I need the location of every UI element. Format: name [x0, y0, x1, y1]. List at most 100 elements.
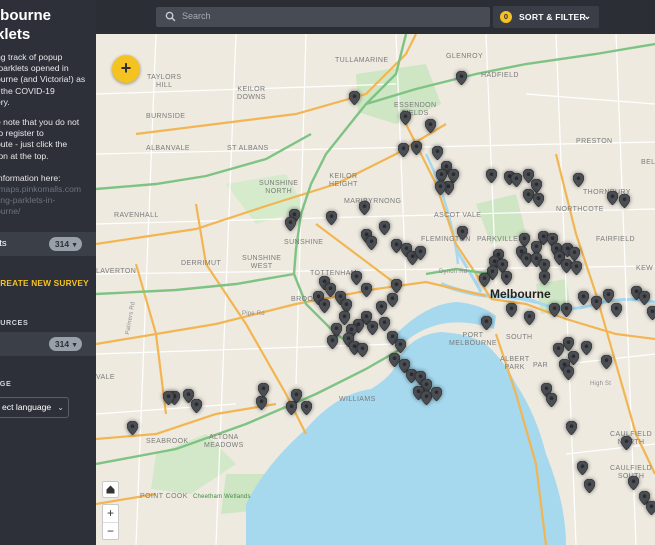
parklet-marker-icon[interactable]: [611, 303, 622, 317]
parklet-marker-icon[interactable]: [327, 335, 338, 349]
sort-filter-button[interactable]: 0 SORT & FILTER ⌄: [493, 6, 599, 28]
map-base: [96, 34, 655, 545]
parklet-marker-icon[interactable]: [479, 273, 490, 287]
parklet-marker-icon[interactable]: [607, 191, 618, 205]
parklet-marker-icon[interactable]: [573, 173, 584, 187]
parklet-marker-icon[interactable]: [127, 421, 138, 435]
parklet-marker-icon[interactable]: [258, 383, 269, 397]
parklet-marker-icon[interactable]: [621, 436, 632, 450]
parklet-marker-icon[interactable]: [481, 316, 492, 330]
language-select-value: ect language: [2, 402, 52, 412]
map-label: KEW: [636, 265, 654, 272]
chevron-down-icon: ⌄: [57, 403, 64, 412]
parklet-marker-icon[interactable]: [539, 271, 550, 285]
parklet-marker-icon[interactable]: [301, 401, 312, 415]
language-select[interactable]: ect language ⌄: [0, 397, 69, 418]
home-icon: [106, 485, 115, 494]
parklet-marker-icon[interactable]: [349, 91, 360, 105]
create-survey-link[interactable]: CREATE NEW SURVEY: [0, 278, 89, 288]
layer-count-badge[interactable]: 314 ▼: [48, 237, 82, 251]
sources-count-badge[interactable]: 314 ▼: [48, 337, 82, 351]
parklet-marker-icon[interactable]: [361, 283, 372, 297]
parklet-marker-icon[interactable]: [379, 221, 390, 235]
parklet-marker-icon[interactable]: [511, 173, 522, 187]
parklet-marker-icon[interactable]: [415, 246, 426, 260]
parklet-marker-icon[interactable]: [546, 393, 557, 407]
map-label: POINT COOK: [140, 493, 188, 500]
parklet-marker-icon[interactable]: [391, 279, 402, 293]
parklet-marker-icon[interactable]: [256, 396, 267, 410]
parklet-marker-icon[interactable]: [319, 299, 330, 313]
parklet-marker-icon[interactable]: [506, 303, 517, 317]
parklet-marker-icon[interactable]: [619, 194, 630, 208]
parklet-marker-icon[interactable]: [577, 461, 588, 475]
map-label: BELL: [641, 159, 655, 166]
parklet-marker-icon[interactable]: [501, 271, 512, 285]
parklet-marker-icon[interactable]: [584, 479, 595, 493]
parklet-marker-icon[interactable]: [628, 476, 639, 490]
parklet-marker-icon[interactable]: [563, 366, 574, 380]
parklet-marker-icon[interactable]: [366, 236, 377, 250]
parklet-marker-icon[interactable]: [533, 193, 544, 207]
map-label: TULLAMARINE: [335, 57, 389, 64]
parklet-marker-icon[interactable]: [549, 303, 560, 317]
parklet-marker-icon[interactable]: [563, 337, 574, 351]
layer-row[interactable]: ets 314▼: [0, 232, 96, 256]
parklet-marker-icon[interactable]: [163, 391, 174, 405]
parklet-marker-icon[interactable]: [578, 291, 589, 305]
parklet-marker-icon[interactable]: [524, 311, 535, 325]
chevron-down-icon: ⌄: [583, 11, 591, 21]
parklet-marker-icon[interactable]: [431, 387, 442, 401]
sources-row[interactable]: 314 ▼: [0, 332, 96, 356]
parklet-marker-icon[interactable]: [395, 339, 406, 353]
parklet-marker-icon[interactable]: [398, 143, 409, 157]
parklet-marker-icon[interactable]: [357, 343, 368, 357]
parklet-marker-icon[interactable]: [647, 306, 655, 320]
parklet-marker-icon[interactable]: [639, 291, 650, 305]
parklet-marker-icon[interactable]: [457, 226, 468, 240]
parklet-marker-icon[interactable]: [646, 501, 655, 515]
map-label: SUNSHINE: [284, 239, 324, 246]
parklet-marker-icon[interactable]: [456, 71, 467, 85]
app-root: lbourne klets ng track of popup /parklet…: [0, 0, 655, 545]
parklet-marker-icon[interactable]: [286, 401, 297, 415]
parklet-marker-icon[interactable]: [581, 341, 592, 355]
map-label: ALBERT PARK: [500, 356, 530, 371]
add-parklet-button[interactable]: +: [112, 55, 140, 83]
parklet-marker-icon[interactable]: [367, 321, 378, 335]
map-label: SOUTH: [506, 334, 533, 341]
parklet-marker-icon[interactable]: [432, 146, 443, 160]
parklet-marker-icon[interactable]: [326, 211, 337, 225]
info-link[interactable]: tmaps.pinkomalls.com ting-parklets-in- o…: [0, 184, 96, 218]
parklet-marker-icon[interactable]: [400, 111, 411, 125]
chevron-down-icon: ▼: [71, 242, 78, 249]
zoom-in-button[interactable]: +: [103, 505, 118, 522]
search-box[interactable]: Search: [156, 7, 490, 27]
map[interactable]: TULLAMARINE GLENROY HADFIELD TAYLORS HIL…: [96, 34, 655, 545]
home-button[interactable]: [102, 481, 119, 498]
parklet-marker-icon[interactable]: [561, 303, 572, 317]
parklet-marker-icon[interactable]: [519, 233, 530, 247]
parklet-marker-icon[interactable]: [191, 399, 202, 413]
parklet-marker-icon[interactable]: [601, 355, 612, 369]
parklet-marker-icon[interactable]: [285, 217, 296, 231]
zoom-out-button[interactable]: −: [103, 522, 118, 539]
parklet-marker-icon[interactable]: [425, 119, 436, 133]
map-label: MARIBYRNONG: [344, 198, 402, 205]
parklet-marker-icon[interactable]: [376, 301, 387, 315]
parklet-marker-icon[interactable]: [486, 169, 497, 183]
map-label: PAR: [533, 362, 549, 369]
parklet-marker-icon[interactable]: [603, 289, 614, 303]
parklet-marker-icon[interactable]: [566, 421, 577, 435]
parklet-marker-icon[interactable]: [591, 296, 602, 310]
map-label: LAVERTON: [96, 268, 137, 275]
filter-count-badge: 0: [500, 11, 512, 23]
parklet-marker-icon[interactable]: [571, 261, 582, 275]
parklet-marker-icon[interactable]: [411, 141, 422, 155]
parklet-marker-icon[interactable]: [553, 343, 564, 357]
parklet-marker-icon[interactable]: [359, 201, 370, 215]
parklet-marker-icon[interactable]: [435, 181, 446, 195]
parklet-marker-icon[interactable]: [387, 293, 398, 307]
search-input[interactable]: Search: [182, 11, 211, 21]
parklet-marker-icon[interactable]: [379, 317, 390, 331]
